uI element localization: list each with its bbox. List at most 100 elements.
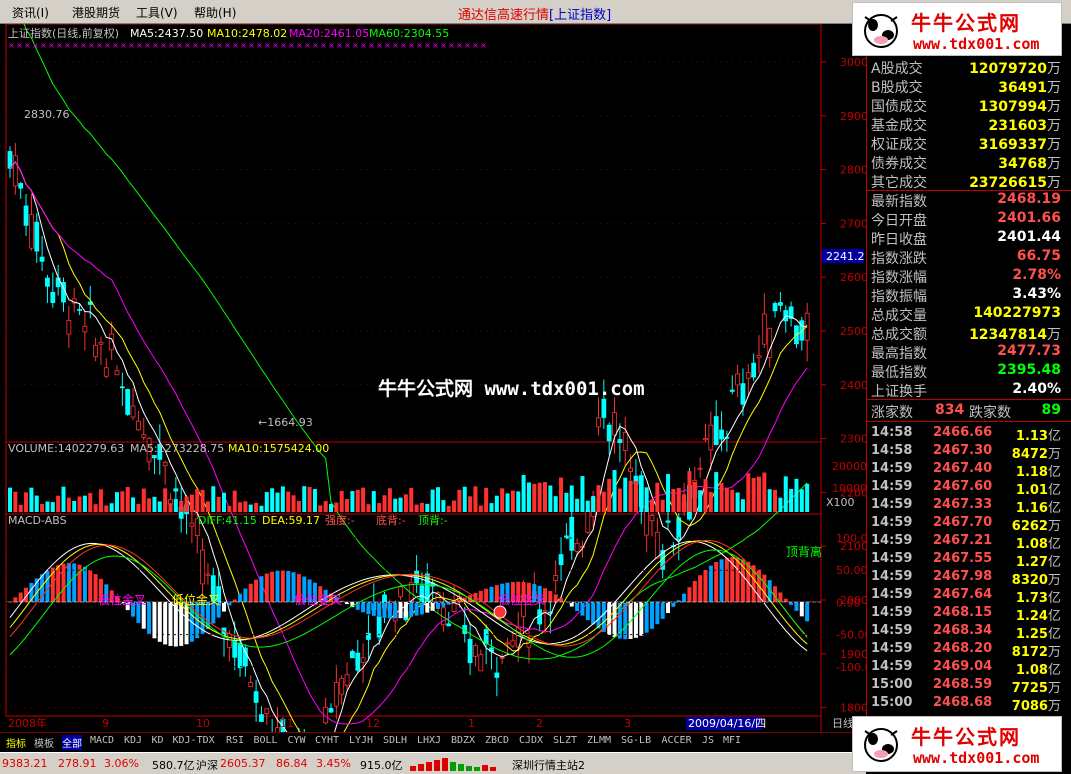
macd-bar (633, 602, 638, 638)
candle-body (339, 678, 345, 695)
tab-cyw[interactable]: CYW (288, 735, 306, 746)
volume-bar (623, 477, 628, 512)
volume-bar (794, 478, 799, 512)
signal-x-marker: × (144, 41, 151, 50)
tab-cjdx[interactable]: CJDX (519, 735, 543, 746)
tab-kdj[interactable]: KDJ (124, 735, 142, 746)
volume-bar (329, 503, 333, 512)
stat-row: 权证成交 3169337万 (871, 134, 1061, 153)
volume-bar (371, 491, 376, 512)
volume-bar (115, 492, 119, 512)
volume-bar (318, 505, 323, 512)
candle-body (39, 256, 45, 262)
volume-bar (147, 498, 152, 512)
tab-accer[interactable]: ACCER (662, 735, 692, 746)
market-stats-panel: A股成交 12079720万 B股成交 36491万 国债成交 1307994万 基金成交 2… (866, 56, 1071, 716)
stat-row: 基金成交 231603万 (871, 115, 1061, 134)
volume-bar (687, 471, 692, 512)
volume-bar (708, 491, 713, 512)
tab-指标[interactable]: 指标 (6, 735, 26, 750)
macd-bar (778, 592, 783, 602)
volume-bar (682, 494, 687, 512)
tab-slzt[interactable]: SLZT (553, 735, 577, 746)
signal-x-marker: × (136, 41, 143, 50)
candle-body (253, 691, 259, 703)
menu-item-tools[interactable]: 工具(V) (136, 4, 178, 21)
tab-lyjh[interactable]: LYJH (349, 735, 373, 746)
volume-bar (366, 504, 371, 512)
macd-legend-dea: DEA:59.17 (262, 514, 320, 527)
candle-body (617, 439, 623, 443)
tab-kd[interactable]: KD (152, 735, 164, 746)
tab-zlmm[interactable]: ZLMM (587, 735, 611, 746)
macd-bar (18, 592, 23, 602)
volume-legend-ma10: MA10:1575424.00 (228, 442, 329, 455)
signal-x-marker: × (80, 41, 87, 50)
signal-x-marker: × (264, 41, 271, 50)
signal-x-marker: × (200, 41, 207, 50)
candle-body (628, 467, 633, 472)
menu-item-hk-futures[interactable]: 港股期货 (72, 4, 120, 21)
annotation-golden-cross-1: 低位金叉 (98, 592, 146, 607)
tab-bdzx[interactable]: BDZX (451, 735, 475, 746)
stat-label: 总成交量 (871, 308, 927, 324)
tab-lhxj[interactable]: LHXJ (417, 735, 441, 746)
candle-body (130, 405, 136, 418)
stat-row: 指数涨幅 2.78% (871, 267, 1061, 286)
candle-body (200, 549, 206, 585)
stat-value: 2468.19 (997, 191, 1061, 207)
candle-body (205, 573, 211, 576)
time-label-2: 2 (536, 717, 543, 730)
tick-row: 14:58 2466.66 1.13亿 (871, 425, 1061, 444)
signal-x-marker: × (64, 41, 71, 50)
macd-legend-diff: DIFF:41.15 (198, 514, 257, 527)
tab-全部[interactable]: 全部 (62, 735, 82, 750)
signal-x-marker: × (24, 41, 31, 50)
volume-bar (104, 505, 109, 512)
macd-bar (794, 602, 799, 611)
tab-zbcd[interactable]: ZBCD (485, 735, 509, 746)
volume-bar (703, 479, 708, 512)
tab-sdlh[interactable]: SDLH (383, 735, 407, 746)
volume-bar (526, 482, 531, 512)
macd-bar (366, 602, 371, 615)
tab-模板[interactable]: 模板 (34, 735, 54, 750)
tab-macd[interactable]: MACD (90, 735, 114, 746)
macd-bar (286, 570, 291, 602)
period-label[interactable]: 日线 (832, 716, 854, 730)
candle-body (98, 341, 104, 345)
macd-bar (264, 573, 269, 602)
volume-bar (377, 503, 382, 512)
tab-cyht[interactable]: CYHT (315, 735, 339, 746)
macd-bar (430, 602, 435, 611)
tab-boll[interactable]: BOLL (254, 735, 278, 746)
candle-body (162, 461, 168, 467)
macd-bar (254, 579, 259, 602)
tab-sg-lb[interactable]: SG-LB (621, 735, 651, 746)
macd-bar (660, 602, 665, 619)
candle-body (719, 429, 724, 440)
volume-bar (767, 489, 772, 512)
macd-bar (666, 602, 671, 614)
tab-kdj-tdx[interactable]: KDJ-TDX (173, 735, 215, 746)
macd-bar (783, 598, 788, 602)
up-count-label: 涨家数 (871, 405, 913, 421)
stat-label: 最低指数 (871, 365, 927, 381)
stat-row: A股成交 12079720万 (871, 58, 1061, 77)
menu-item-help[interactable]: 帮助(H) (194, 4, 236, 21)
volume-bar (243, 501, 248, 512)
menu-item-info[interactable]: 资讯(I) (12, 4, 49, 21)
tab-mfi[interactable]: MFI (723, 735, 741, 746)
tab-js[interactable]: JS (702, 735, 714, 746)
volume-bar (575, 498, 580, 512)
stat-label: 上证换手 (871, 384, 927, 400)
stat-label: 指数涨幅 (871, 270, 927, 286)
macd-bar (56, 565, 61, 602)
volume-bar (61, 486, 66, 512)
candle-body (242, 647, 248, 667)
signal-x-marker: × (176, 41, 183, 50)
status-server[interactable]: 深圳行情主站2 (512, 757, 585, 773)
tab-rsi[interactable]: RSI (226, 735, 244, 746)
stat-value: 23726615万 (969, 175, 1061, 191)
stat-label: 权证成交 (871, 137, 927, 153)
